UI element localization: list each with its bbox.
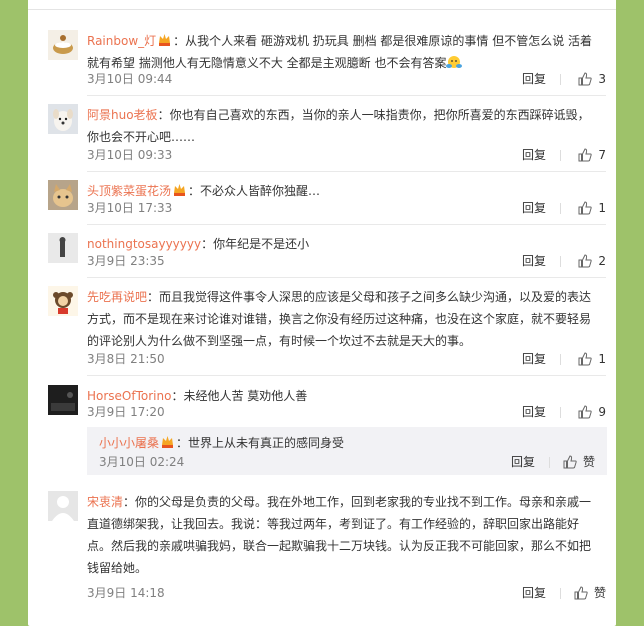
like-label: 赞 xyxy=(582,455,595,469)
divider xyxy=(560,203,561,214)
like-count: 1 xyxy=(598,201,606,215)
silhouette-avatar-icon xyxy=(48,233,78,263)
teacup-avatar-icon xyxy=(48,30,78,60)
comment-username[interactable]: 头顶紫菜蛋花汤 xyxy=(87,184,171,198)
reply-content: 世界上从未有真正的感同身受 xyxy=(188,436,345,450)
reply-button[interactable]: 回复 xyxy=(522,70,546,88)
like-count: 1 xyxy=(598,352,606,366)
like-label: 赞 xyxy=(593,586,606,600)
comment-content: 你的父母是负责的父母。我在外地工作，回到老家我的专业找不到工作。母亲和亲戚一直道… xyxy=(87,495,592,575)
comment-time: 3月9日 23:35 xyxy=(87,254,165,268)
like-button[interactable]: 赞 xyxy=(563,453,595,471)
comment-time: 3月10日 09:33 xyxy=(87,148,173,162)
like-button[interactable]: 9 xyxy=(578,403,606,421)
vip-badge-icon xyxy=(160,434,175,448)
thumbs-up-icon xyxy=(578,72,593,86)
reply-button[interactable]: 回复 xyxy=(522,350,546,368)
comment-username[interactable]: Rainbow_灯 xyxy=(87,34,156,48)
divider xyxy=(560,150,561,161)
like-button[interactable]: 1 xyxy=(578,350,606,368)
thumbs-up-icon xyxy=(578,148,593,162)
avatar[interactable] xyxy=(48,233,78,263)
reply-button[interactable]: 回复 xyxy=(522,146,546,164)
reply-username[interactable]: 小小小屠桑 xyxy=(99,436,159,450)
nested-reply: 小小小屠桑 ：世界上从未有真正的感同身受 3月10日 02:24 回复 赞 xyxy=(87,427,607,475)
comment-username[interactable]: HorseOfTorino xyxy=(87,389,171,403)
like-count: 9 xyxy=(598,405,606,419)
like-button[interactable]: 赞 xyxy=(574,584,606,602)
default-avatar-icon xyxy=(48,491,78,521)
dog-avatar-icon xyxy=(48,104,78,134)
divider xyxy=(549,457,550,468)
comment-item: nothingtosayyyyyy：你年纪是不是还小 3月9日 23:35 回复… xyxy=(48,233,606,278)
comment-content: 未经他人苦 莫劝他人善 xyxy=(183,389,308,403)
avatar[interactable] xyxy=(48,385,78,415)
divider xyxy=(560,354,561,365)
like-button[interactable]: 2 xyxy=(578,252,606,270)
comment-item: 宋衷清：你的父母是负责的父母。我在外地工作，回到老家我的专业找不到工作。母亲和亲… xyxy=(48,491,606,606)
comment-item: HorseOfTorino：未经他人苦 莫劝他人善 3月9日 17:20 回复 … xyxy=(48,385,606,425)
reply-button[interactable]: 回复 xyxy=(522,403,546,421)
comment-panel: Rainbow_灯 ：从我个人来看 砸游戏机 扔玩具 删档 都是很难原谅的事情 但… xyxy=(28,0,616,626)
thumbs-up-icon xyxy=(578,405,593,419)
comment-item: Rainbow_灯 ：从我个人来看 砸游戏机 扔玩具 删档 都是很难原谅的事情 但… xyxy=(48,30,606,96)
comment-time: 3月9日 14:18 xyxy=(87,586,165,600)
divider xyxy=(560,74,561,85)
thumbs-up-icon xyxy=(578,201,593,215)
comment-text: Rainbow_灯 ：从我个人来看 砸游戏机 扔玩具 删档 都是很难原谅的事情 但… xyxy=(87,32,593,70)
reply-button[interactable]: 回复 xyxy=(522,252,546,270)
comment-item: 头顶紫菜蛋花汤 ：不必众人皆醉你独醒… 3月10日 17:33 回复 1 xyxy=(48,180,606,225)
panel-top-border xyxy=(28,0,616,10)
avatar[interactable] xyxy=(48,30,78,60)
reply-button[interactable]: 回复 xyxy=(522,199,546,217)
comment-username[interactable]: 宋衷清 xyxy=(87,495,123,509)
vip-badge-icon xyxy=(172,182,187,196)
like-count: 7 xyxy=(598,148,606,162)
comment-item: 先吃再说吧：而且我觉得这件事令人深思的应该是父母和孩子之间多么缺少沟通，以及爱的… xyxy=(48,286,606,376)
avatar[interactable] xyxy=(48,104,78,134)
comment-time: 3月10日 17:33 xyxy=(87,201,173,215)
comment-username[interactable]: 阿景huo老板 xyxy=(87,108,158,122)
avatar[interactable] xyxy=(48,491,78,521)
like-button[interactable]: 3 xyxy=(578,70,606,88)
reply-time: 3月10日 02:24 xyxy=(99,455,185,469)
reply-button[interactable]: 回复 xyxy=(511,453,535,471)
avatar[interactable] xyxy=(48,180,78,210)
like-button[interactable]: 7 xyxy=(578,146,606,164)
dark-avatar-icon xyxy=(48,385,78,415)
comment-time: 3月9日 17:20 xyxy=(87,405,165,419)
thumbs-up-icon xyxy=(574,586,588,600)
comment-time: 3月8日 21:50 xyxy=(87,352,165,366)
thumbs-up-icon xyxy=(578,254,593,268)
hug-emoji-icon xyxy=(446,56,463,70)
comment-username[interactable]: nothingtosayyyyyy xyxy=(87,237,201,251)
avatar[interactable] xyxy=(48,286,78,316)
cat-avatar-icon xyxy=(48,180,78,210)
divider xyxy=(560,407,561,418)
thumbs-up-icon xyxy=(563,455,577,469)
like-button[interactable]: 1 xyxy=(578,199,606,217)
divider xyxy=(560,588,561,599)
comment-content: 而且我觉得这件事令人深思的应该是父母和孩子之间多么缺少沟通，以及爱的表达方式，而… xyxy=(87,290,592,348)
comment-content: 你年纪是不是还小 xyxy=(213,237,310,251)
cartoon-avatar-icon xyxy=(48,286,78,316)
comment-username[interactable]: 先吃再说吧 xyxy=(87,290,147,304)
divider xyxy=(560,256,561,267)
comment-time: 3月10日 09:44 xyxy=(87,72,173,86)
comment-item: 阿景huo老板：你也有自己喜欢的东西，当你的亲人一味指责你，把你所喜爱的东西踩碎… xyxy=(48,104,606,172)
reply-button[interactable]: 回复 xyxy=(522,584,546,602)
vip-badge-icon xyxy=(157,32,172,46)
like-count: 2 xyxy=(598,254,606,268)
like-count: 3 xyxy=(598,72,606,86)
comment-content: 不必众人皆醉你独醒… xyxy=(200,184,321,198)
thumbs-up-icon xyxy=(578,352,593,366)
